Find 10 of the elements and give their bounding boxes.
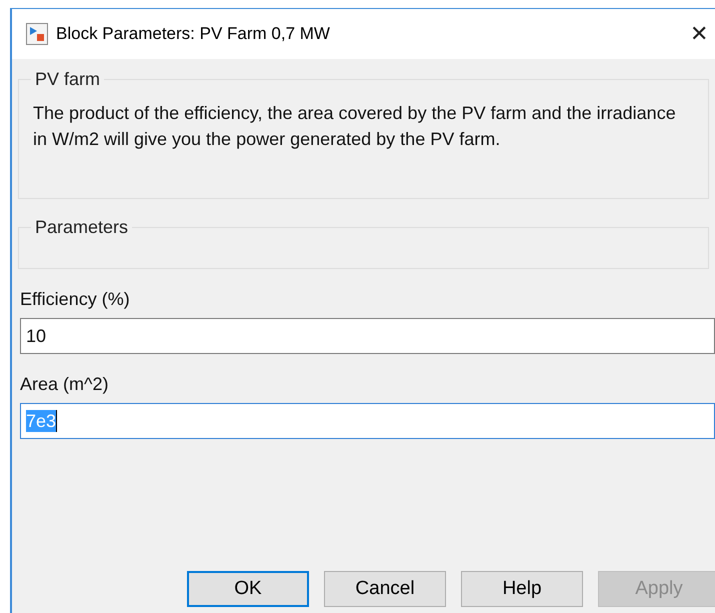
- dialog-button[interactable]: OK: [187, 571, 309, 607]
- field-label: Efficiency (%): [20, 288, 131, 311]
- description-text: The product of the efficiency, the area covered by the PV farm and the irradiance in W/m2 will give you the power generated by the PV farm.: [33, 102, 677, 151]
- input-field[interactable]: 10: [20, 318, 715, 354]
- dialog-button[interactable]: Help: [461, 571, 583, 607]
- block-icon: [26, 23, 48, 45]
- close-button[interactable]: ✕: [687, 23, 711, 45]
- window-title: Block Parameters: PV Farm 0,7 MW: [56, 23, 330, 46]
- dialog-button[interactable]: Cancel: [324, 571, 446, 607]
- field-label: Area (m^2): [20, 373, 110, 396]
